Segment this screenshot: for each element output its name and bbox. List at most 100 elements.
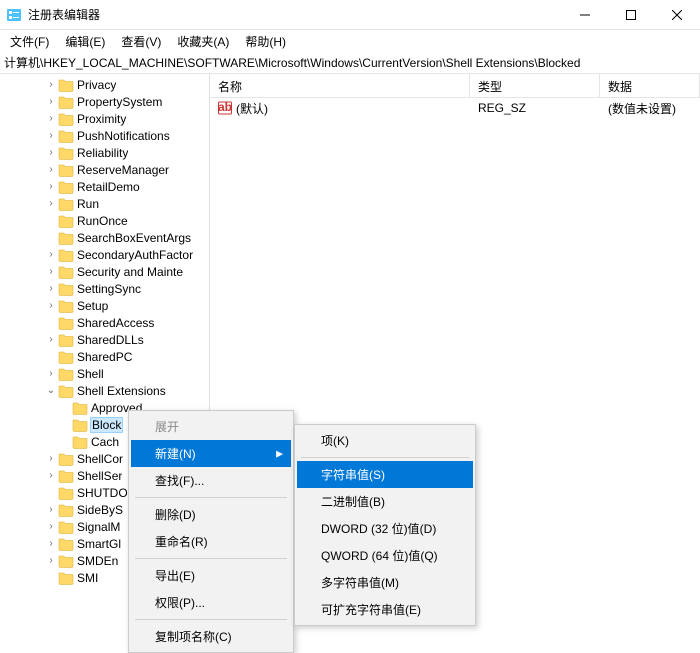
tree-expander[interactable]: ›	[44, 504, 58, 515]
separator	[135, 558, 287, 559]
tree-expander[interactable]: ›	[44, 368, 58, 379]
minimize-button[interactable]	[562, 0, 608, 29]
address-bar[interactable]: 计算机\HKEY_LOCAL_MACHINE\SOFTWARE\Microsof…	[0, 52, 700, 74]
tree-label: SettingSync	[77, 282, 141, 296]
window-title: 注册表编辑器	[28, 6, 562, 23]
sub-expand-string[interactable]: 可扩充字符串值(E)	[297, 596, 473, 623]
tree-label: SharedPC	[77, 350, 132, 364]
tree-node[interactable]: RunOnce	[0, 212, 209, 229]
chevron-right-icon: ▶	[276, 448, 283, 459]
tree-node[interactable]: › Reliability	[0, 144, 209, 161]
tree-node[interactable]: › SharedDLLs	[0, 331, 209, 348]
tree-label: ReserveManager	[77, 163, 169, 177]
tree-label: SecondaryAuthFactor	[77, 248, 193, 262]
sub-multi-string[interactable]: 多字符串值(M)	[297, 569, 473, 596]
tree-node[interactable]: › Setup	[0, 297, 209, 314]
tree-node[interactable]: › Shell	[0, 365, 209, 382]
ctx-permissions[interactable]: 权限(P)...	[131, 589, 291, 616]
ctx-new[interactable]: 新建(N) ▶	[131, 440, 291, 467]
tree-node[interactable]: › RetailDemo	[0, 178, 209, 195]
tree-node[interactable]: › SecondaryAuthFactor	[0, 246, 209, 263]
tree-label: SharedAccess	[77, 316, 154, 330]
menu-view[interactable]: 查看(V)	[115, 31, 167, 52]
tree-label: Reliability	[77, 146, 128, 160]
tree-label: Privacy	[77, 78, 116, 92]
tree-node[interactable]: › PushNotifications	[0, 127, 209, 144]
tree-expander[interactable]: ›	[44, 96, 58, 107]
list-header: 名称 类型 数据	[210, 74, 700, 98]
menu-help[interactable]: 帮助(H)	[239, 31, 292, 52]
tree-label: Shell Extensions	[77, 384, 166, 398]
tree-expander[interactable]: ›	[44, 453, 58, 464]
menu-file[interactable]: 文件(F)	[4, 31, 55, 52]
sub-dword[interactable]: DWORD (32 位)值(D)	[297, 515, 473, 542]
tree-node[interactable]: › Privacy	[0, 76, 209, 93]
window-controls	[562, 0, 700, 29]
ctx-export[interactable]: 导出(E)	[131, 562, 291, 589]
tree-node[interactable]: › Security and Mainte	[0, 263, 209, 280]
tree-node[interactable]: › ReserveManager	[0, 161, 209, 178]
tree-label: SideByS	[77, 503, 123, 517]
ctx-expand: 展开	[131, 413, 291, 440]
tree-expander[interactable]: ›	[44, 470, 58, 481]
tree-expander[interactable]: ›	[44, 555, 58, 566]
string-value-icon: ab	[218, 101, 232, 115]
tree-label: SmartGl	[77, 537, 121, 551]
close-button[interactable]	[654, 0, 700, 29]
tree-label: SHUTDO	[77, 486, 128, 500]
tree-label: Security and Mainte	[77, 265, 183, 279]
menu-edit[interactable]: 编辑(E)	[59, 31, 111, 52]
tree-node[interactable]: ⌄ Shell Extensions	[0, 382, 209, 399]
tree-expander[interactable]: ›	[44, 130, 58, 141]
value-name: (默认)	[236, 100, 268, 117]
tree-expander[interactable]: ›	[44, 147, 58, 158]
tree-node[interactable]: SharedPC	[0, 348, 209, 365]
tree-expander[interactable]: ›	[44, 538, 58, 549]
ctx-copy-key-name[interactable]: 复制项名称(C)	[131, 623, 291, 650]
separator	[135, 619, 287, 620]
column-data[interactable]: 数据	[600, 74, 700, 97]
tree-expander[interactable]: ›	[44, 283, 58, 294]
tree-expander[interactable]: ›	[44, 521, 58, 532]
tree-label: SMI	[77, 571, 98, 585]
tree-label: SharedDLLs	[77, 333, 144, 347]
tree-expander[interactable]: ›	[44, 198, 58, 209]
value-type: REG_SZ	[470, 101, 600, 115]
tree-expander[interactable]: ›	[44, 79, 58, 90]
tree-expander[interactable]: ›	[44, 266, 58, 277]
column-name[interactable]: 名称	[210, 74, 470, 97]
tree-node[interactable]: › Run	[0, 195, 209, 212]
ctx-delete[interactable]: 删除(D)	[131, 501, 291, 528]
tree-label: Setup	[77, 299, 108, 313]
maximize-button[interactable]	[608, 0, 654, 29]
tree-node[interactable]: ›PropertySystem	[0, 93, 209, 110]
tree-label: RetailDemo	[77, 180, 140, 194]
tree-node[interactable]: ›Proximity	[0, 110, 209, 127]
menu-favorites[interactable]: 收藏夹(A)	[171, 31, 235, 52]
tree-node[interactable]: SearchBoxEventArgs	[0, 229, 209, 246]
tree-expander[interactable]: ⌄	[44, 385, 58, 396]
tree-node[interactable]: › SettingSync	[0, 280, 209, 297]
tree-expander[interactable]: ›	[44, 181, 58, 192]
tree-label: Cach	[91, 435, 119, 449]
tree-expander[interactable]: ›	[44, 334, 58, 345]
sub-string[interactable]: 字符串值(S)	[297, 461, 473, 488]
tree-label: Shell	[77, 367, 104, 381]
tree-node[interactable]: SharedAccess	[0, 314, 209, 331]
list-item[interactable]: ab (默认) REG_SZ (数值未设置)	[210, 98, 700, 118]
sub-qword[interactable]: QWORD (64 位)值(Q)	[297, 542, 473, 569]
content-area: ›Privacy›PropertySystem›Proximity›PushNo…	[0, 74, 700, 586]
tree-expander[interactable]: ›	[44, 249, 58, 260]
tree-expander[interactable]: ›	[44, 164, 58, 175]
tree-expander[interactable]: ›	[44, 300, 58, 311]
titlebar: 注册表编辑器	[0, 0, 700, 30]
sub-key[interactable]: 项(K)	[297, 427, 473, 454]
ctx-find[interactable]: 查找(F)...	[131, 467, 291, 494]
tree-expander[interactable]: ›	[44, 113, 58, 124]
tree-label: PushNotifications	[77, 129, 170, 143]
column-type[interactable]: 类型	[470, 74, 600, 97]
ctx-rename[interactable]: 重命名(R)	[131, 528, 291, 555]
sub-binary[interactable]: 二进制值(B)	[297, 488, 473, 515]
tree-label: Run	[77, 197, 99, 211]
tree-label: ShellCor	[77, 452, 123, 466]
